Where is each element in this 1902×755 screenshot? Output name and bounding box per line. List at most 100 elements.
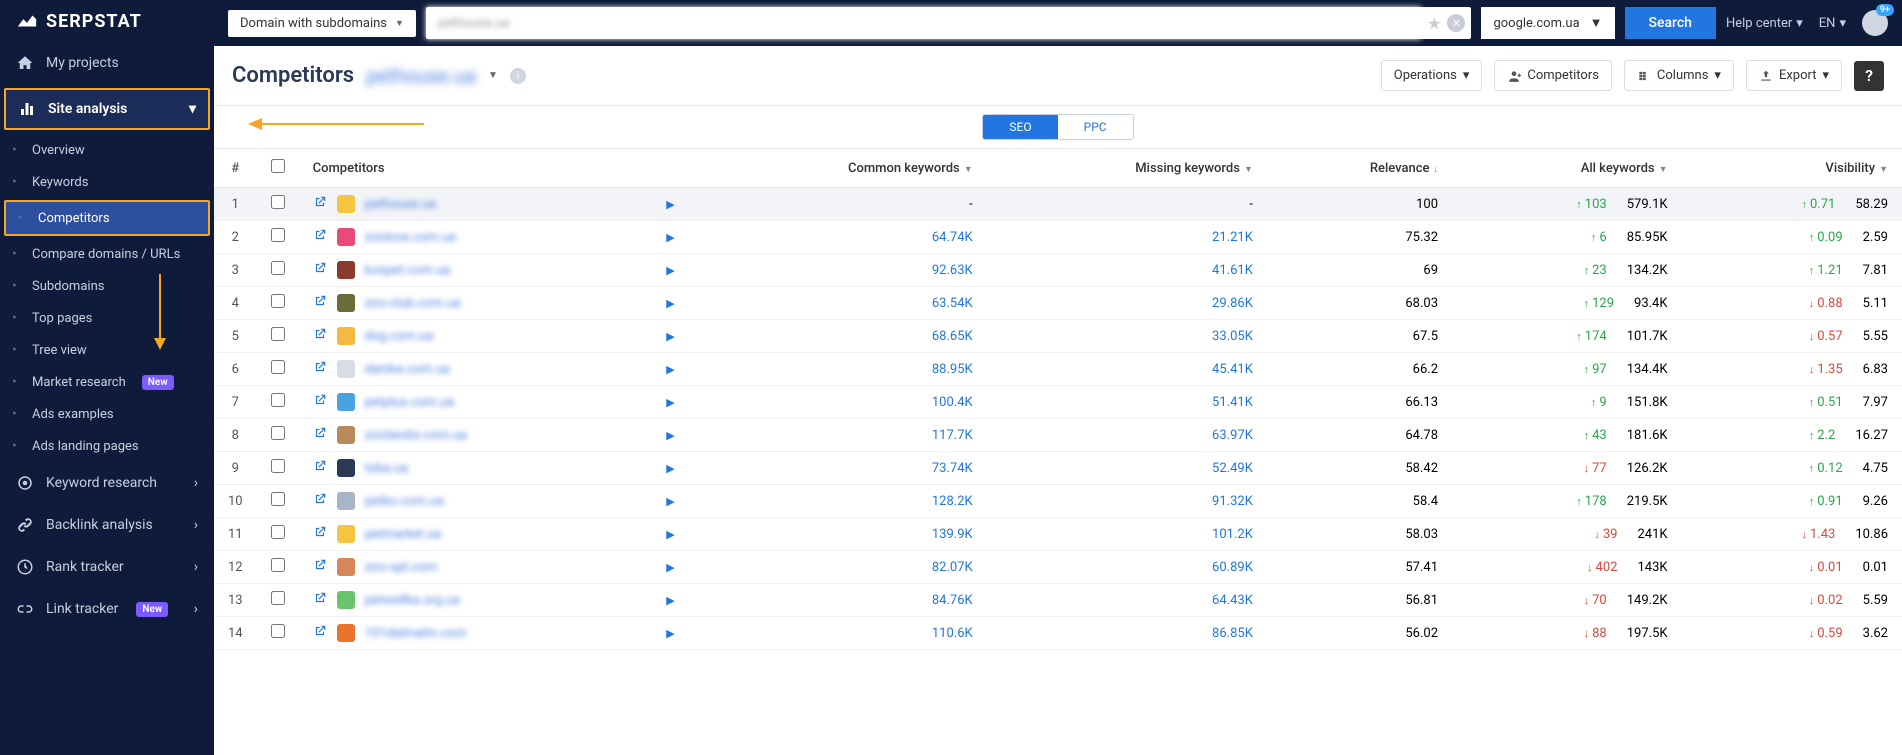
expand-row-icon[interactable]: ▶ (666, 363, 678, 376)
sidebar-item-competitors[interactable]: Competitors (4, 200, 210, 236)
common-kw-link[interactable]: 128.2K (932, 494, 973, 509)
nav-rank-tracker[interactable]: Rank tracker› (0, 546, 214, 588)
sidebar-item-subdomains[interactable]: Subdomains (0, 270, 214, 302)
missing-kw-link[interactable]: 21.21K (1212, 230, 1253, 245)
common-kw-link[interactable]: 73.74K (932, 461, 973, 476)
missing-kw-link[interactable]: 51.41K (1212, 395, 1253, 410)
common-kw-link[interactable]: 82.07K (932, 560, 973, 575)
avatar[interactable]: 9+ (1862, 10, 1888, 36)
clear-icon[interactable]: ✕ (1447, 14, 1465, 32)
expand-row-icon[interactable]: ▶ (666, 561, 678, 574)
expand-row-icon[interactable]: ▶ (666, 231, 678, 244)
missing-kw-link[interactable]: 91.32K (1212, 494, 1253, 509)
competitor-domain[interactable]: danika.com.ua (365, 362, 450, 377)
tab-seo[interactable]: SEO (983, 115, 1057, 139)
common-kw-link[interactable]: 88.95K (932, 362, 973, 377)
logo[interactable]: SERPSTAT (0, 0, 214, 42)
competitor-domain[interactable]: zoo-club.com.ua (365, 296, 461, 311)
common-kw-link[interactable]: 84.76K (932, 593, 973, 608)
row-checkbox[interactable] (271, 624, 285, 638)
common-kw-link[interactable]: 64.74K (932, 230, 973, 245)
sidebar-item-market-research[interactable]: Market researchNew (0, 366, 214, 398)
row-checkbox[interactable] (271, 327, 285, 341)
row-checkbox[interactable] (271, 492, 285, 506)
external-link-icon[interactable] (313, 261, 327, 279)
expand-row-icon[interactable]: ▶ (666, 627, 678, 640)
expand-row-icon[interactable]: ▶ (666, 495, 678, 508)
competitor-domain[interactable]: pethouse.ua (365, 197, 436, 212)
missing-kw-link[interactable]: 63.97K (1212, 428, 1253, 443)
col-all-keywords[interactable]: All keywords▼ (1452, 149, 1682, 188)
col-visibility[interactable]: Visibility▼ (1682, 149, 1902, 188)
external-link-icon[interactable] (313, 492, 327, 510)
export-button[interactable]: Export ▾ (1746, 60, 1842, 91)
common-kw-link[interactable]: 117.7K (932, 428, 973, 443)
missing-kw-link[interactable]: 86.85K (1212, 626, 1253, 641)
nav-link-tracker[interactable]: Link trackerNew› (0, 588, 214, 630)
external-link-icon[interactable] (313, 360, 327, 378)
tab-ppc[interactable]: PPC (1058, 115, 1133, 139)
nav-my-projects[interactable]: My projects (0, 42, 214, 84)
missing-kw-link[interactable]: 60.89K (1212, 560, 1253, 575)
col-competitors[interactable]: Competitors (299, 149, 693, 188)
external-link-icon[interactable] (313, 327, 327, 345)
favorite-star-icon[interactable]: ★ (1421, 14, 1447, 33)
common-kw-link[interactable]: 110.6K (932, 626, 973, 641)
competitor-domain[interactable]: petplus.com.ua (365, 395, 455, 410)
col-index[interactable]: # (214, 149, 257, 188)
expand-row-icon[interactable]: ▶ (666, 396, 678, 409)
competitor-domain[interactable]: kospet.com.ua (365, 263, 451, 278)
expand-row-icon[interactable]: ▶ (666, 330, 678, 343)
domain-mode-select[interactable]: Domain with subdomains ▼ (228, 10, 416, 37)
missing-kw-link[interactable]: 64.43K (1212, 593, 1253, 608)
external-link-icon[interactable] (313, 624, 327, 642)
common-kw-link[interactable]: 92.63K (932, 263, 973, 278)
external-link-icon[interactable] (313, 294, 327, 312)
common-kw-link[interactable]: 100.4K (932, 395, 973, 410)
missing-kw-link[interactable]: 33.05K (1212, 329, 1253, 344)
search-input[interactable] (426, 7, 1421, 39)
competitor-domain[interactable]: dog.com.ua (365, 329, 434, 344)
row-checkbox[interactable] (271, 426, 285, 440)
operations-button[interactable]: Operations ▾ (1381, 60, 1483, 91)
external-link-icon[interactable] (313, 228, 327, 246)
row-checkbox[interactable] (271, 591, 285, 605)
row-checkbox[interactable] (271, 393, 285, 407)
competitor-domain[interactable]: 101dalmatin.com (365, 626, 467, 641)
expand-row-icon[interactable]: ▶ (666, 198, 678, 211)
row-checkbox[interactable] (271, 459, 285, 473)
sidebar-item-compare-domains-urls[interactable]: Compare domains / URLs (0, 238, 214, 270)
external-link-icon[interactable] (313, 525, 327, 543)
row-checkbox[interactable] (271, 228, 285, 242)
competitor-domain[interactable]: petko.com.ua (365, 494, 444, 509)
row-checkbox[interactable] (271, 558, 285, 572)
row-checkbox[interactable] (271, 195, 285, 209)
help-button[interactable]: ? (1854, 61, 1884, 91)
language-select[interactable]: EN ▾ (1819, 16, 1846, 31)
row-checkbox[interactable] (271, 360, 285, 374)
missing-kw-link[interactable]: 101.2K (1212, 527, 1253, 542)
help-center-link[interactable]: Help center ▾ (1726, 16, 1803, 31)
sidebar-item-overview[interactable]: Overview (0, 134, 214, 166)
col-relevance[interactable]: Relevance↓ (1267, 149, 1452, 188)
competitor-domain[interactable]: zoolove.com.ua (365, 230, 456, 245)
columns-button[interactable]: Columns ▾ (1624, 60, 1734, 91)
external-link-icon[interactable] (313, 558, 327, 576)
common-kw-link[interactable]: 68.65K (932, 329, 973, 344)
sidebar-item-keywords[interactable]: Keywords (0, 166, 214, 198)
missing-kw-link[interactable]: 45.41K (1212, 362, 1253, 377)
competitor-domain[interactable]: petmarket.ua (365, 527, 442, 542)
external-link-icon[interactable] (313, 459, 327, 477)
nav-backlink-analysis[interactable]: Backlink analysis› (0, 504, 214, 546)
sidebar-item-tree-view[interactable]: Tree view (0, 334, 214, 366)
row-checkbox[interactable] (271, 294, 285, 308)
sidebar-item-ads-examples[interactable]: Ads examples (0, 398, 214, 430)
search-button[interactable]: Search (1625, 7, 1716, 39)
common-kw-link[interactable]: 63.54K (932, 296, 973, 311)
select-all-checkbox[interactable] (271, 159, 285, 173)
engine-select[interactable]: google.com.ua ▼ (1481, 7, 1614, 39)
expand-row-icon[interactable]: ▶ (666, 462, 678, 475)
col-missing-keywords[interactable]: Missing keywords▼ (987, 149, 1267, 188)
missing-kw-link[interactable]: 29.86K (1212, 296, 1253, 311)
missing-kw-link[interactable]: 41.61K (1212, 263, 1253, 278)
